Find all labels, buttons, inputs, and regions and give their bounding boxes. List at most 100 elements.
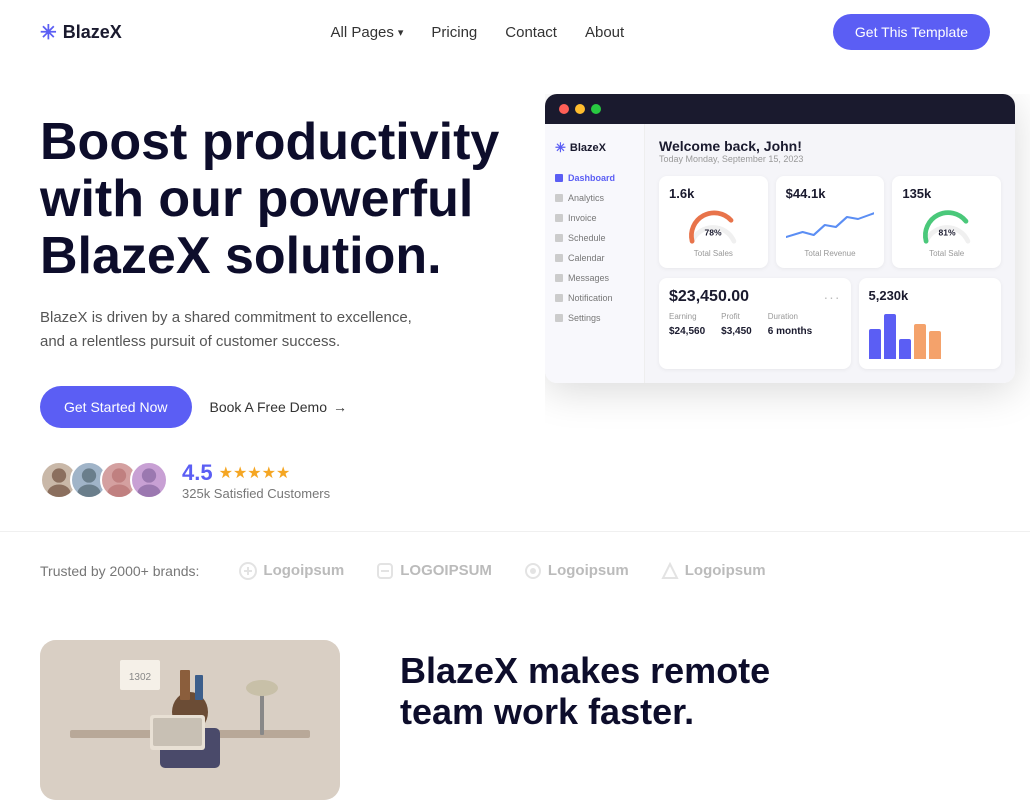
duration-label: Duration <box>768 312 812 321</box>
schedule-icon <box>555 234 563 242</box>
total-sale-label: Total Sale <box>902 249 991 258</box>
total-sales-card: 1.6k 78% Total Sales <box>659 176 768 268</box>
earnings-details: Earning $24,560 Profit $3,450 Duration 6… <box>669 312 841 339</box>
section2-title: BlazeX makes remote team work faster. <box>400 650 770 733</box>
hero-title: Boost productivity with our powerful Bla… <box>40 114 560 286</box>
bar <box>869 329 881 359</box>
earnings-menu[interactable]: ··· <box>824 289 841 305</box>
nav-all-pages[interactable]: All Pages <box>331 24 404 41</box>
profit-value: $3,450 <box>721 326 752 337</box>
bar-chart-card: 5,230k <box>859 278 1002 369</box>
total-sales-value: 1.6k <box>669 186 758 201</box>
sidebar-item-messages[interactable]: Messages <box>545 268 644 288</box>
maximize-dot <box>591 104 601 114</box>
logo[interactable]: ✳ BlazeX <box>40 20 122 45</box>
brands-row: Trusted by 2000+ brands: Logoipsum LOGOI… <box>40 562 990 580</box>
dashboard-date: Today Monday, September 15, 2023 <box>659 154 1001 164</box>
bar-value: 5,230k <box>869 288 992 303</box>
settings-icon <box>555 314 563 322</box>
total-revenue-card: $44.1k Total Revenue <box>776 176 885 268</box>
section2-image: 1302 <box>40 640 340 800</box>
hero-left: Boost productivity with our powerful Bla… <box>40 104 560 501</box>
section2-text: BlazeX makes remote team work faster. <box>400 640 770 733</box>
brand-logos: Logoipsum LOGOIPSUM Logoipsum Logoipsum <box>239 562 990 580</box>
sidebar-item-dashboard[interactable]: Dashboard <box>545 168 644 188</box>
book-demo-button[interactable]: Book A Free Demo <box>210 399 348 415</box>
brands-section: Trusted by 2000+ brands: Logoipsum LOGOI… <box>0 531 1030 600</box>
navigation: ✳ BlazeX All Pages Pricing Contact About… <box>0 0 1030 64</box>
svg-text:81%: 81% <box>938 228 956 238</box>
dashboard-preview: ✳ BlazeX Dashboard Analytics Invoice <box>545 94 1030 494</box>
analytics-icon <box>555 194 563 202</box>
titlebar <box>545 94 1015 124</box>
invoice-icon <box>555 214 563 222</box>
brand-logo-3: Logoipsum <box>524 562 629 580</box>
logo-text: BlazeX <box>63 22 122 43</box>
avatar <box>130 461 168 499</box>
bar <box>914 324 926 359</box>
duration-value: 6 months <box>768 326 812 337</box>
notification-icon <box>555 294 563 302</box>
dash-logo-text: BlazeX <box>570 142 606 154</box>
gauge-chart: 78% <box>669 207 758 245</box>
earnings-card: $23,450.00 ··· Earning $24,560 Profit <box>659 278 851 369</box>
sidebar-item-schedule[interactable]: Schedule <box>545 228 644 248</box>
sidebar-item-notification[interactable]: Notification <box>545 288 644 308</box>
rating-info: 4.5 ★★★★★ 325k Satisfied Customers <box>182 460 330 501</box>
profit-label: Profit <box>721 312 752 321</box>
logo-icon: ✳ <box>40 20 57 45</box>
calendar-icon <box>555 254 563 262</box>
brand-logo-2: LOGOIPSUM <box>376 562 492 580</box>
sidebar-item-analytics[interactable]: Analytics <box>545 188 644 208</box>
svg-text:78%: 78% <box>705 228 723 238</box>
nav-contact[interactable]: Contact <box>505 24 557 41</box>
welcome-message: Welcome back, John! <box>659 138 1001 154</box>
dash-logo-icon: ✳ <box>555 140 566 156</box>
dashboard-window: ✳ BlazeX Dashboard Analytics Invoice <box>545 94 1015 383</box>
dashboard-icon <box>555 174 563 182</box>
earning-item: Earning $24,560 <box>669 312 705 339</box>
social-proof: 4.5 ★★★★★ 325k Satisfied Customers <box>40 460 560 501</box>
sidebar-item-invoice[interactable]: Invoice <box>545 208 644 228</box>
get-template-button[interactable]: Get This Template <box>833 14 990 50</box>
sidebar-item-settings[interactable]: Settings <box>545 308 644 328</box>
bar <box>929 331 941 359</box>
customers-count: 325k Satisfied Customers <box>182 486 330 501</box>
hero-section: Boost productivity with our powerful Bla… <box>0 64 1030 531</box>
brands-label: Trusted by 2000+ brands: <box>40 563 199 579</box>
svg-text:1302: 1302 <box>129 672 152 683</box>
messages-icon <box>555 274 563 282</box>
total-sales-label: Total Sales <box>669 249 758 258</box>
earning-value: $24,560 <box>669 326 705 337</box>
dashboard-main: Welcome back, John! Today Monday, Septem… <box>645 124 1015 383</box>
rating-stars: ★★★★★ <box>219 463 291 483</box>
minimize-dot <box>575 104 585 114</box>
total-revenue-value: $44.1k <box>786 186 875 201</box>
earnings-top: $23,450.00 ··· <box>669 288 841 306</box>
nav-pricing[interactable]: Pricing <box>431 24 477 41</box>
dashboard-sidebar: ✳ BlazeX Dashboard Analytics Invoice <box>545 124 645 383</box>
bar-chart <box>869 309 992 359</box>
bottom-row: $23,450.00 ··· Earning $24,560 Profit <box>659 278 1001 369</box>
nav-links: All Pages Pricing Contact About <box>331 24 625 41</box>
rating-score: 4.5 <box>182 460 213 486</box>
earning-label: Earning <box>669 312 705 321</box>
avatar-group <box>40 461 168 499</box>
profit-item: Profit $3,450 <box>721 312 752 339</box>
earnings-amount: $23,450.00 <box>669 288 749 306</box>
dashboard-body: ✳ BlazeX Dashboard Analytics Invoice <box>545 124 1015 383</box>
hero-subtitle: BlazeX is driven by a shared commitment … <box>40 306 420 354</box>
brand-logo-1: Logoipsum <box>239 562 344 580</box>
bar <box>884 314 896 359</box>
bar <box>899 339 911 359</box>
stat-cards: 1.6k 78% Total Sales <box>659 176 1001 268</box>
nav-about[interactable]: About <box>585 24 624 41</box>
close-dot <box>559 104 569 114</box>
total-revenue-label: Total Revenue <box>786 249 875 258</box>
sidebar-item-calendar[interactable]: Calendar <box>545 248 644 268</box>
get-started-button[interactable]: Get Started Now <box>40 386 192 428</box>
section2: 1302 BlazeX makes remote team work faste… <box>0 600 1030 800</box>
dash-logo: ✳ BlazeX <box>545 134 644 168</box>
brand-logo-4: Logoipsum <box>661 562 766 580</box>
hero-buttons: Get Started Now Book A Free Demo <box>40 386 560 428</box>
